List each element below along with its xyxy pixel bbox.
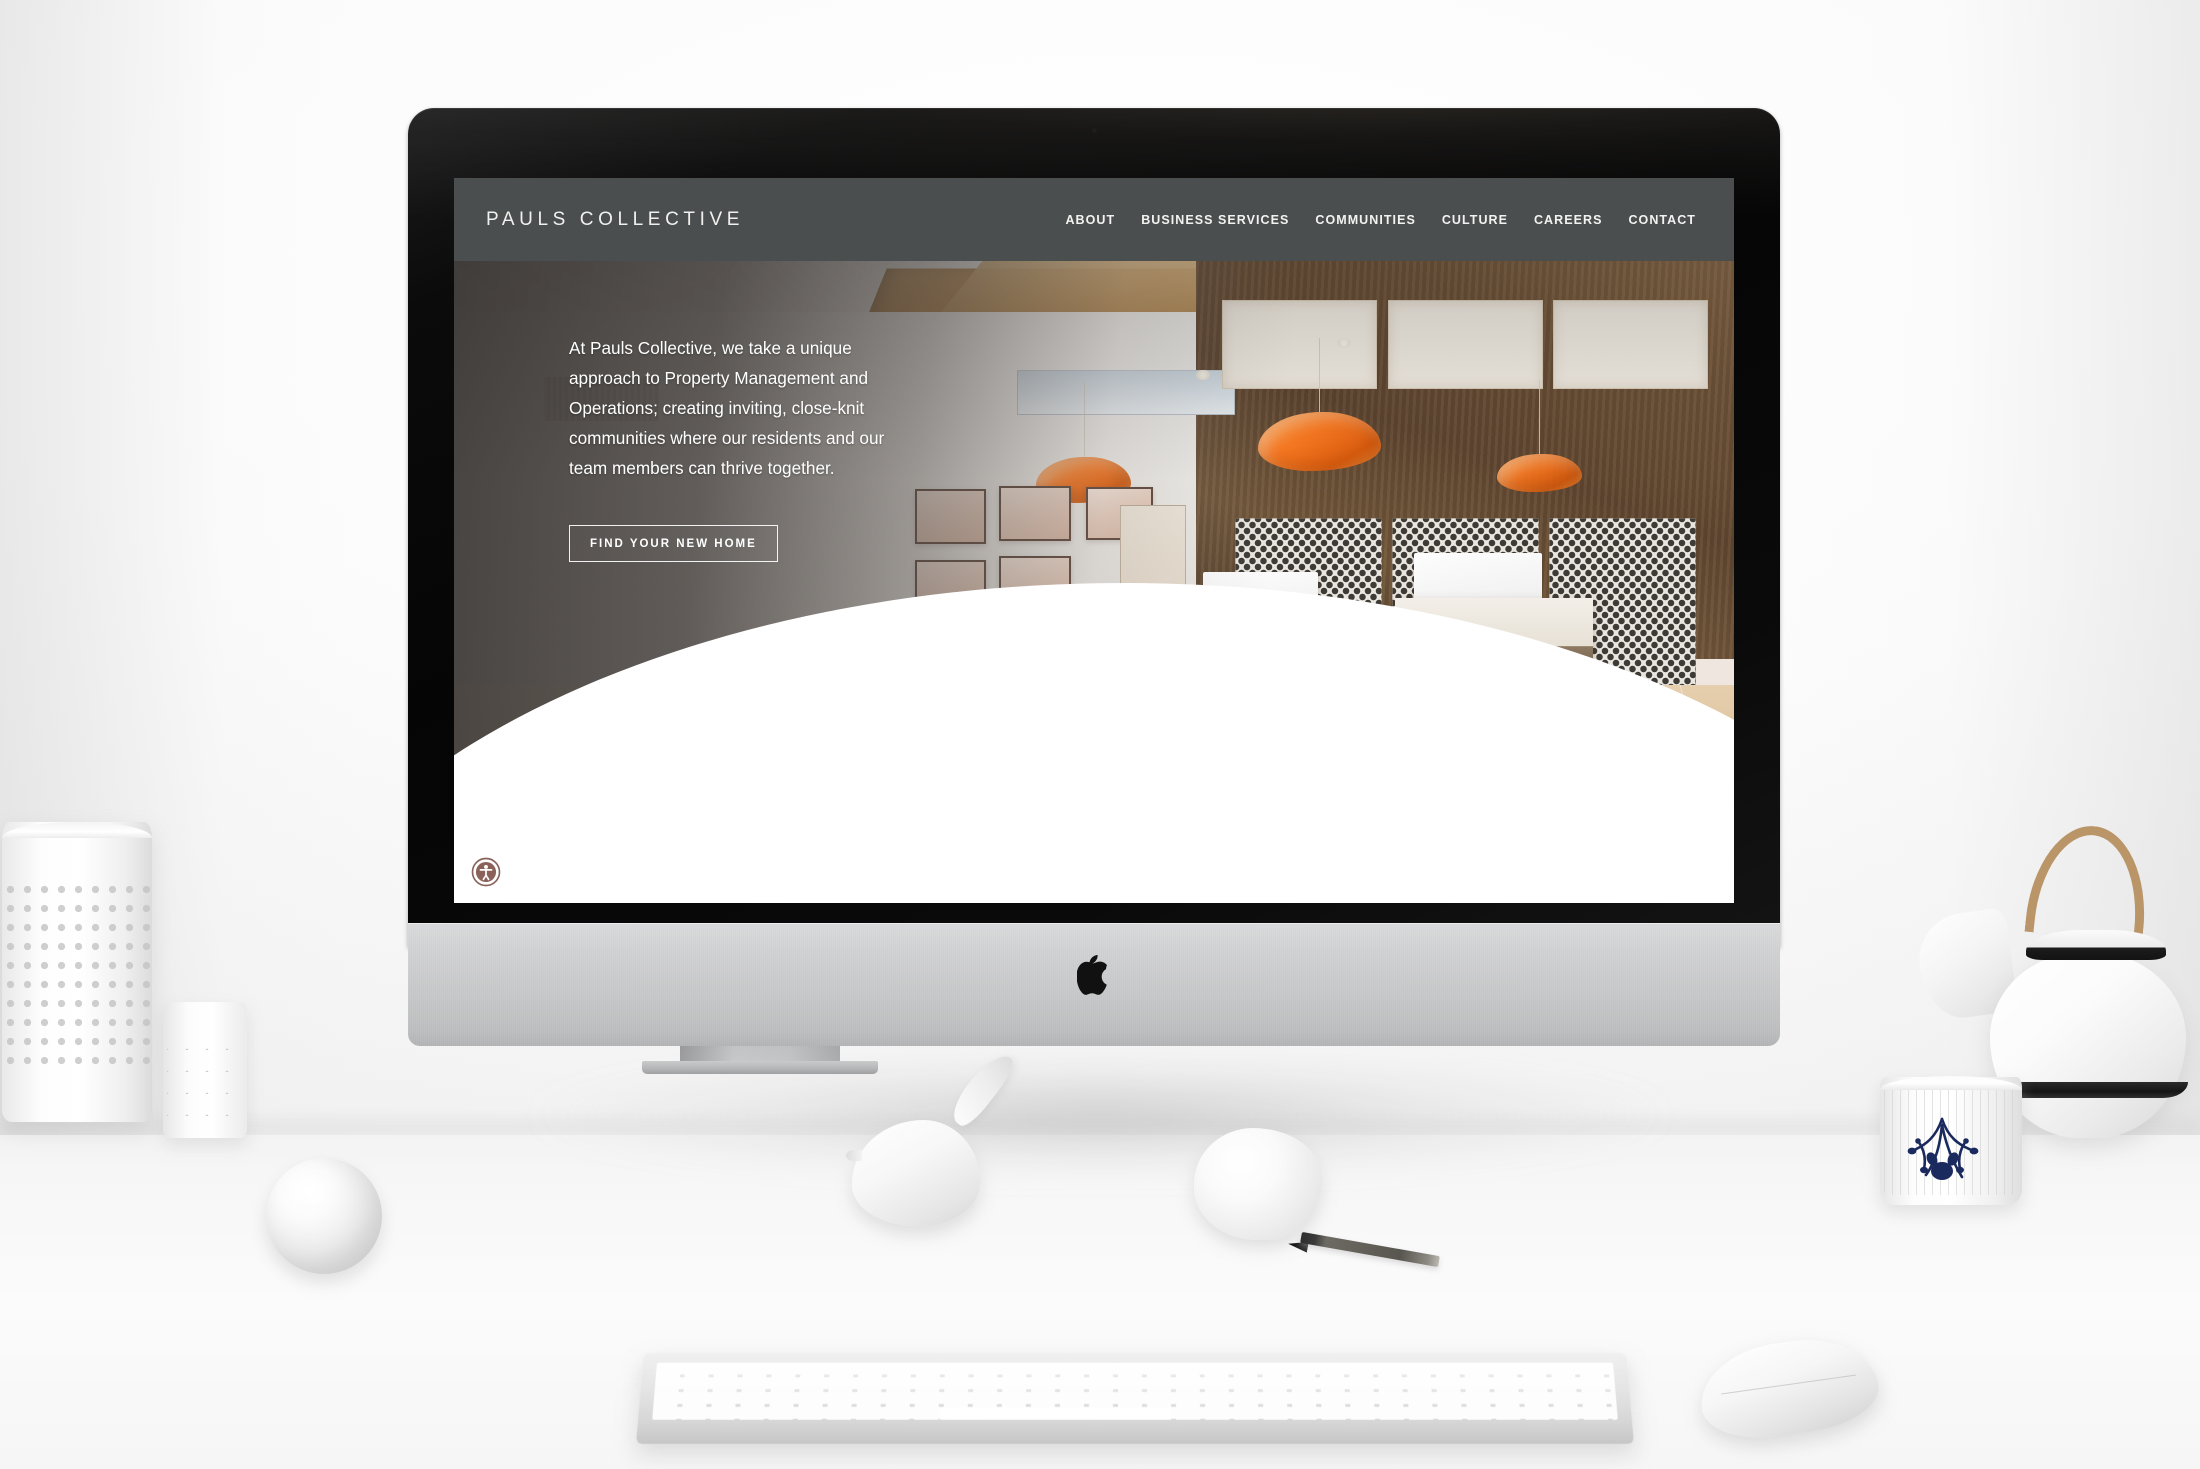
porcelain-cup [1880,1076,2022,1205]
nav-item-contact[interactable]: CONTACT [1628,213,1696,227]
imac-stand-foot [642,1061,878,1074]
accessibility-person-icon [471,857,501,887]
imac-drop-shadow [360,1040,1840,1190]
perforated-ceramic-vase [2,822,152,1122]
lattice-ceramic-vase [163,1002,247,1138]
keyboard-spacebar[interactable] [939,1407,1171,1420]
vase-lattice-pattern [167,1028,243,1116]
apple-logo-icon [1077,955,1108,995]
glass-highlight [291,1176,331,1207]
site-logo[interactable]: PAULS COLLECTIVE [486,209,744,231]
imac-computer: PAULS COLLECTIVE ABOUT BUSINESS SERVICES… [408,108,1780,1046]
imac-screen: PAULS COLLECTIVE ABOUT BUSINESS SERVICES… [454,178,1734,903]
cup-blue-floral-motif [1907,1117,1979,1180]
vase-rim [2,822,152,838]
hero-headline: At Pauls Collective, we take a unique ap… [569,338,885,478]
facetime-camera-icon [1091,128,1097,133]
ceramic-bird-beak [846,1150,862,1161]
main-navigation: ABOUT BUSINESS SERVICES COMMUNITIES CULT… [1065,213,1696,227]
nav-item-culture[interactable]: CULTURE [1442,213,1508,227]
website-viewport: PAULS COLLECTIVE ABOUT BUSINESS SERVICES… [454,178,1734,903]
vase-perforation-pattern [2,880,152,1076]
nav-item-communities[interactable]: COMMUNITIES [1315,213,1415,227]
hero-content: At Pauls Collective, we take a unique ap… [569,333,899,562]
screenshot-stage: PAULS COLLECTIVE ABOUT BUSINESS SERVICES… [0,0,2200,1469]
find-your-new-home-button[interactable]: FIND YOUR NEW HOME [569,525,778,562]
glass-sphere-ornament [266,1158,382,1274]
nav-item-about[interactable]: ABOUT [1065,213,1115,227]
imac-chin [408,923,1780,1046]
cup-rim [1880,1076,2022,1090]
mouse-seam [1721,1374,1856,1395]
nav-item-business-services[interactable]: BUSINESS SERVICES [1141,213,1289,227]
accessibility-widget-button[interactable] [471,857,501,887]
apple-keyboard[interactable] [636,1352,1634,1444]
site-header: PAULS COLLECTIVE ABOUT BUSINESS SERVICES… [454,178,1734,261]
teapot-lid [2026,930,2166,960]
hero-section: At Pauls Collective, we take a unique ap… [454,261,1734,903]
nav-item-careers[interactable]: CAREERS [1534,213,1602,227]
crumpled-paper-ball [1194,1128,1322,1240]
